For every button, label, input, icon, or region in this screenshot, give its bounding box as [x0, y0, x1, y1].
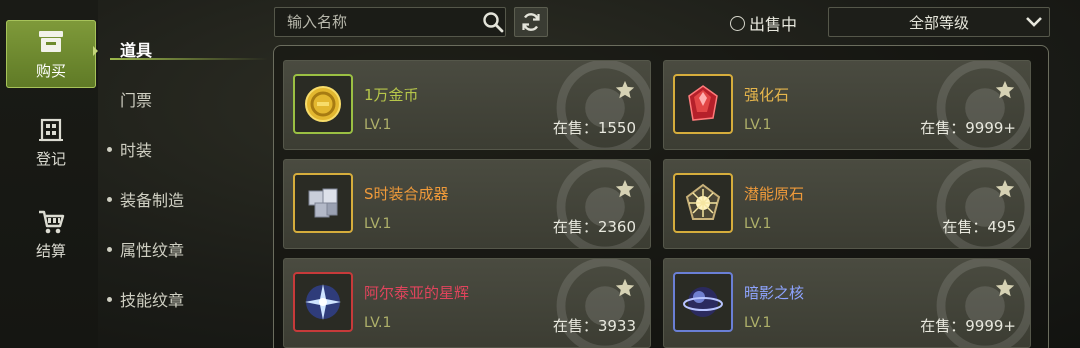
refresh-icon [522, 13, 540, 31]
rail-item-register[interactable]: 登记 [6, 108, 96, 176]
submenu-item-skill-emblem[interactable]: 技能纹章 [100, 274, 268, 324]
gold-coin-icon [305, 86, 341, 122]
submenu-label: 门票 [120, 91, 153, 110]
level-filter-dropdown[interactable]: 全部等级 [828, 7, 1050, 37]
chevron-down-icon [1019, 16, 1049, 28]
item-level: LV.1 [744, 216, 772, 232]
item-grid-panel: 1万金币 LV.1 在售：1550 强化石 LV.1 在售：9999+ S时装合… [273, 45, 1049, 348]
submenu-item-attribute-emblem[interactable]: 属性纹章 [100, 224, 268, 274]
favorite-star-icon[interactable] [614, 178, 636, 200]
item-level: LV.1 [364, 117, 392, 133]
submenu-item-props[interactable]: 道具 [100, 24, 268, 74]
item-icon-slot [293, 272, 353, 332]
item-name: S时装合成器 [364, 185, 449, 203]
item-stock: 在售：3933 [552, 317, 636, 335]
item-name: 强化石 [744, 86, 790, 104]
item-level: LV.1 [744, 117, 772, 133]
submenu-label: 属性纹章 [120, 241, 185, 260]
item-icon-slot [293, 74, 353, 134]
search-icon [483, 12, 504, 33]
favorite-star-icon[interactable] [614, 277, 636, 299]
category-submenu: 道具 门票 时装 装备制造 属性纹章 技能纹章 [100, 24, 268, 324]
rail-item-settle[interactable]: 结算 [6, 200, 96, 268]
item-level: LV.1 [364, 216, 392, 232]
item-name: 阿尔泰亚的星辉 [364, 284, 470, 302]
level-filter-value: 全部等级 [908, 13, 969, 32]
submenu-label: 时装 [120, 141, 153, 160]
left-nav-rail: 购买 登记 结算 [0, 0, 98, 348]
item-card[interactable]: S时装合成器 LV.1 在售：2360 [283, 159, 651, 249]
item-card[interactable]: 强化石 LV.1 在售：9999+ [663, 60, 1031, 150]
item-icon-slot [293, 173, 353, 233]
submenu-item-tickets[interactable]: 门票 [100, 74, 268, 124]
item-stock: 在售：9999+ [920, 119, 1016, 137]
submenu-item-fashion[interactable]: 时装 [100, 124, 268, 174]
rail-item-buy[interactable]: 购买 [6, 20, 96, 88]
item-stock: 在售：1550 [552, 119, 636, 137]
submenu-label: 道具 [120, 41, 153, 60]
item-card[interactable]: 潜能原石 LV.1 在售：495 [663, 159, 1031, 249]
item-icon-slot [673, 74, 733, 134]
submenu-label: 技能纹章 [120, 291, 185, 310]
item-name: 潜能原石 [744, 185, 805, 203]
shadow-core-icon [683, 287, 723, 317]
item-icon-slot [673, 173, 733, 233]
search-button[interactable] [481, 8, 505, 36]
item-stock: 在售：2360 [552, 218, 636, 236]
search-input[interactable] [275, 13, 481, 31]
potential-stone-icon [685, 183, 721, 220]
item-card[interactable]: 暗影之核 LV.1 在售：9999+ [663, 258, 1031, 348]
item-icon-slot [673, 272, 733, 332]
red-crystal-icon [688, 85, 718, 121]
rail-item-label: 登记 [35, 149, 66, 168]
favorite-star-icon[interactable] [994, 277, 1016, 299]
synthesizer-cubes-icon [308, 188, 338, 218]
search-box [274, 7, 506, 37]
on-sale-toggle[interactable]: 出售中 [730, 11, 797, 35]
item-stock: 在售：495 [942, 218, 1016, 236]
submenu-item-equipment-craft[interactable]: 装备制造 [100, 174, 268, 224]
item-name: 暗影之核 [744, 284, 805, 302]
favorite-star-icon[interactable] [614, 79, 636, 101]
item-stock: 在售：9999+ [920, 317, 1016, 335]
star-shard-icon [305, 284, 341, 320]
item-card[interactable]: 阿尔泰亚的星辉 LV.1 在售：3933 [283, 258, 651, 348]
cart-icon [39, 210, 65, 233]
register-building-icon [39, 118, 63, 141]
item-level: LV.1 [744, 315, 772, 331]
favorite-star-icon[interactable] [994, 178, 1016, 200]
shop-icon [39, 30, 63, 52]
active-caret-icon [93, 46, 98, 56]
refresh-button[interactable] [514, 7, 548, 37]
item-level: LV.1 [364, 315, 392, 331]
favorite-star-icon[interactable] [994, 79, 1016, 101]
on-sale-label: 出售中 [749, 15, 798, 34]
item-name: 1万金币 [364, 86, 419, 104]
rail-item-label: 购买 [35, 61, 66, 80]
radio-icon [730, 15, 745, 31]
rail-item-label: 结算 [35, 241, 66, 260]
item-card[interactable]: 1万金币 LV.1 在售：1550 [283, 60, 651, 150]
submenu-label: 装备制造 [120, 191, 185, 210]
